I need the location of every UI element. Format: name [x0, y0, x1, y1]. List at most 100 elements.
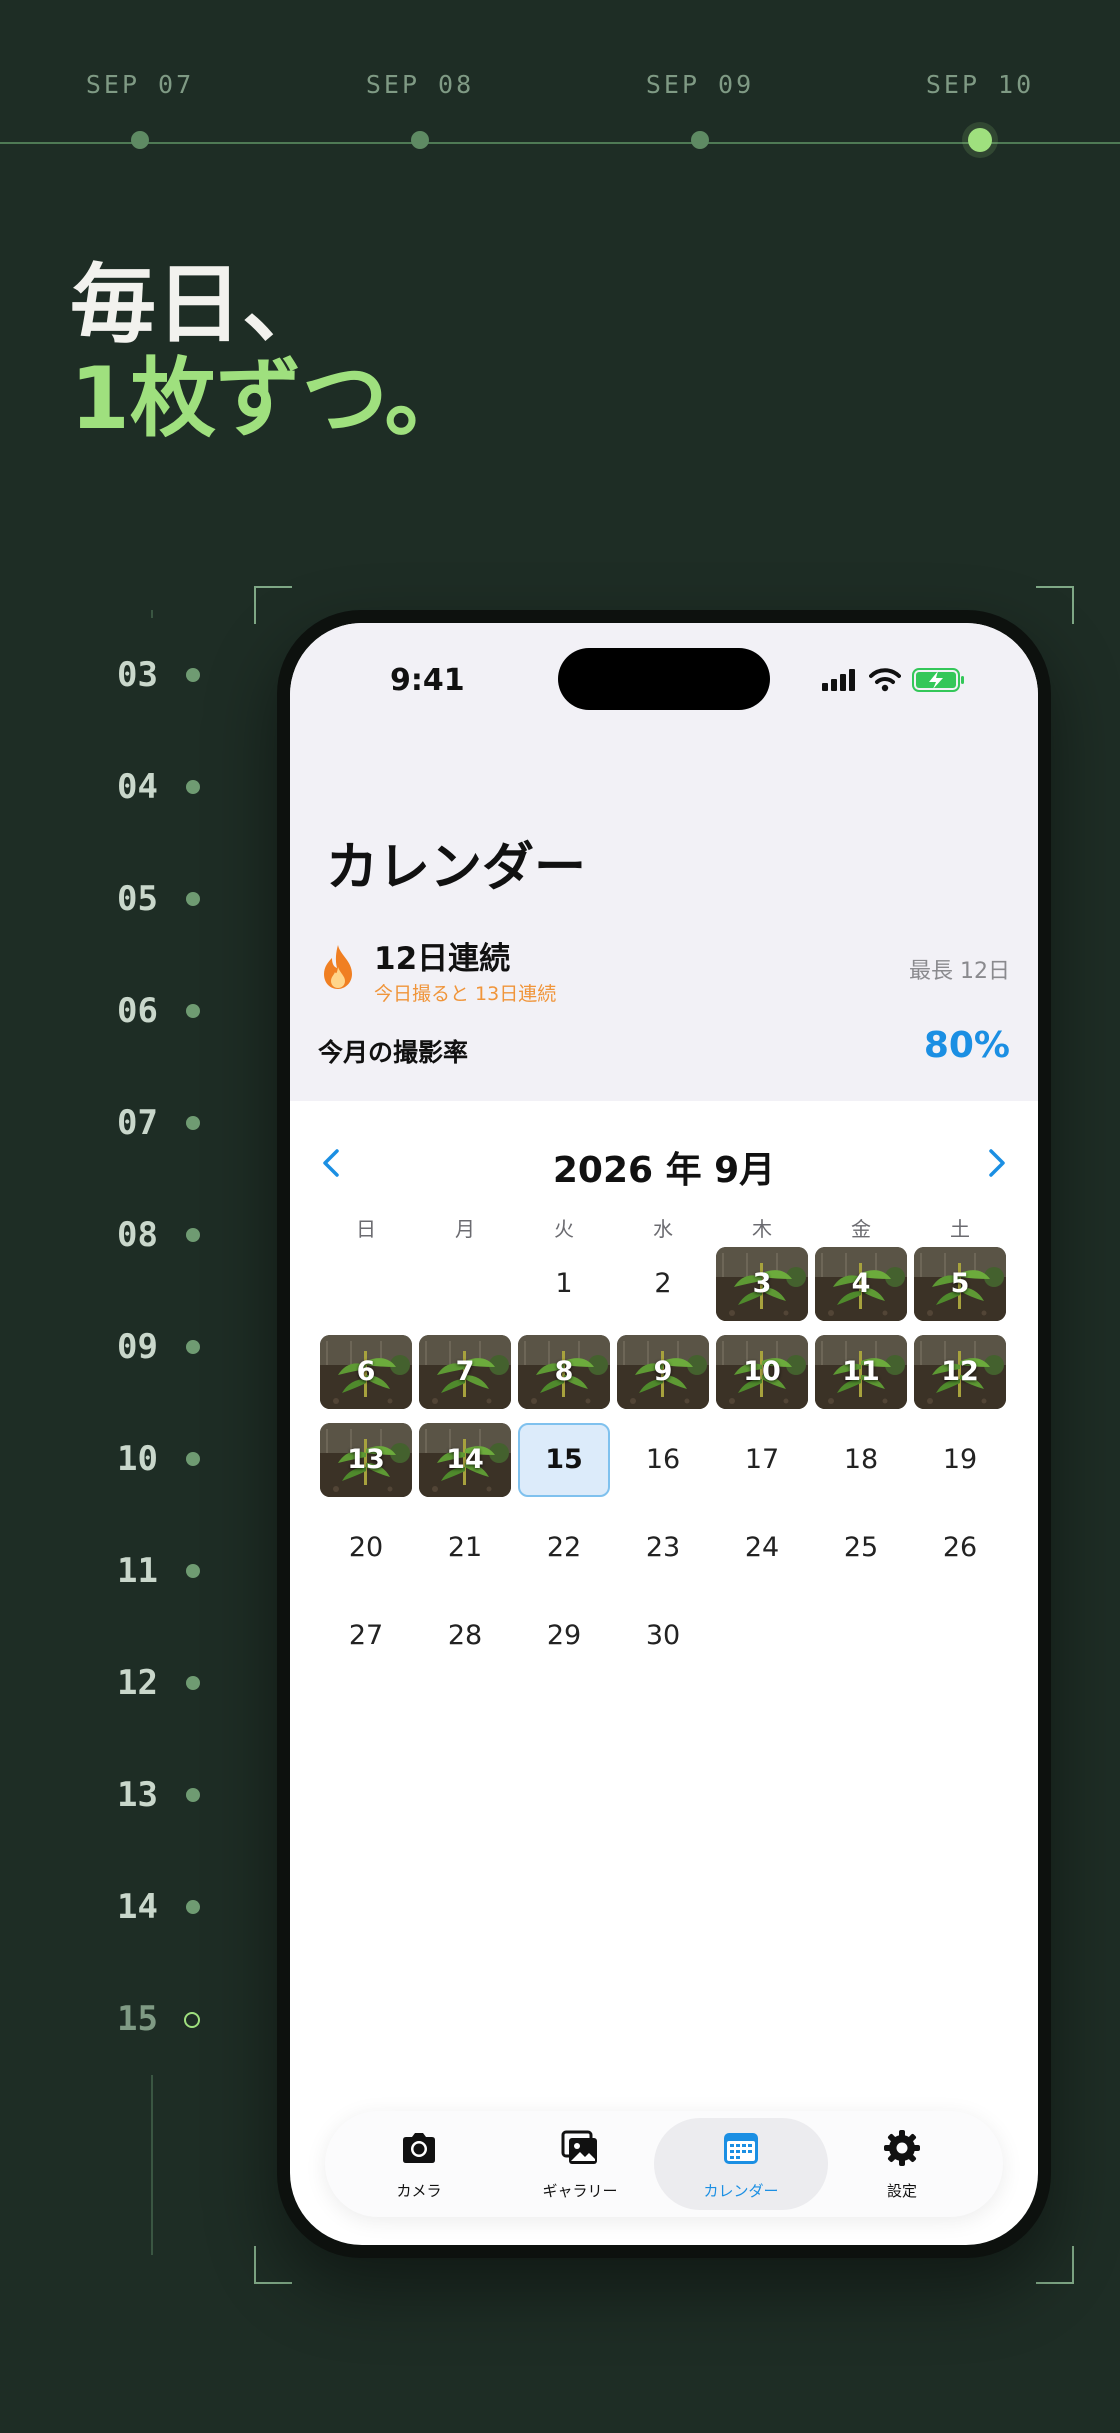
weekday-label: 木 [752, 1217, 772, 1241]
calendar-day-photo[interactable]: 13 [320, 1423, 412, 1497]
calendar-day-photo[interactable]: 3 [716, 1247, 808, 1321]
day-rail: 03 04 05 06 07 08 09 10 11 12 13 14 15 [0, 600, 250, 2300]
calendar-day-photo[interactable]: 6 [320, 1335, 412, 1409]
calendar-day[interactable]: 28 [419, 1599, 511, 1673]
weekday-label: 日 [356, 1217, 376, 1241]
timeline-dot [131, 131, 149, 149]
calendar-day-number: 22 [546, 1532, 582, 1563]
headline-line-1: 毎日、 [70, 255, 328, 355]
calendar-day[interactable]: 27 [320, 1599, 412, 1673]
rail-day-number: 04 [117, 767, 158, 807]
status-icons [822, 665, 972, 695]
rail-line [151, 610, 153, 618]
calendar-day-photo[interactable]: 10 [716, 1335, 808, 1409]
rail-day: 06 [0, 991, 200, 1031]
battery-charging-icon [912, 668, 964, 692]
calendar-day-number: 12 [941, 1356, 979, 1387]
calendar-day-number: 28 [447, 1620, 483, 1651]
calendar-day-number: 18 [843, 1444, 879, 1475]
rail-day-dot [186, 1004, 200, 1018]
calendar-day-photo[interactable]: 4 [815, 1247, 907, 1321]
timeline-label: SEP 07 [85, 70, 195, 99]
calendar-day-number: 26 [942, 1532, 978, 1563]
tab-calendar[interactable]: カレンダー [654, 2118, 828, 2210]
calendar-day-number: 24 [744, 1532, 780, 1563]
tab-label: 設定 [886, 2182, 917, 2200]
rail-day-number: 11 [117, 1551, 158, 1591]
calendar-day[interactable]: 21 [419, 1511, 511, 1585]
rail-day-dot [186, 1116, 200, 1130]
timeline-item: SEP 08 [320, 70, 520, 149]
monthly-rate-value: 80% [923, 1025, 1010, 1066]
timeline-label: SEP 09 [645, 70, 755, 99]
rail-day-dot [186, 668, 200, 682]
calendar-day-today[interactable]: 15 [518, 1423, 610, 1497]
rail-day-number: 15 [117, 1999, 158, 2039]
rail-day-number: 08 [117, 1215, 158, 1255]
dynamic-island [558, 648, 770, 710]
calendar-day-number: 6 [356, 1356, 376, 1387]
calendar-day[interactable]: 19 [914, 1423, 1006, 1497]
frame-corner [1036, 586, 1074, 624]
rail-day-number: 07 [117, 1103, 158, 1143]
calendar-day[interactable]: 24 [716, 1511, 808, 1585]
weekday-label: 月 [455, 1217, 475, 1241]
rail-day-dot [186, 1788, 200, 1802]
phone-screen: 9:41 カレンダー 12日連続 今日撮ると 13日連続 最長 12日 今月の撮… [290, 623, 1038, 2245]
tab-camera[interactable]: カメラ [332, 2118, 506, 2210]
calendar-day[interactable]: 25 [815, 1511, 907, 1585]
calendar-day[interactable]: 22 [518, 1511, 610, 1585]
rail-day-number: 03 [117, 655, 158, 695]
calendar-day[interactable]: 17 [716, 1423, 808, 1497]
calendar-day-photo[interactable]: 7 [419, 1335, 511, 1409]
rail-day-number: 10 [117, 1439, 158, 1479]
tab-settings[interactable]: 設定 [815, 2118, 989, 2210]
calendar-day[interactable]: 20 [320, 1511, 412, 1585]
calendar-day-number: 23 [645, 1532, 681, 1563]
phone-mockup: 9:41 カレンダー 12日連続 今日撮ると 13日連続 最長 12日 今月の撮… [277, 610, 1051, 2258]
calendar-day[interactable]: 30 [617, 1599, 709, 1673]
calendar-day[interactable]: 16 [617, 1423, 709, 1497]
calendar-day-photo[interactable]: 14 [419, 1423, 511, 1497]
rail-day: 12 [0, 1663, 200, 1703]
calendar-day[interactable]: 1 [518, 1247, 610, 1321]
rail-day: 08 [0, 1215, 200, 1255]
rail-day-dot [186, 1676, 200, 1690]
next-month-button[interactable] [976, 1143, 1016, 1183]
calendar-day-photo[interactable]: 12 [914, 1335, 1006, 1409]
calendar-day-number: 9 [653, 1356, 673, 1387]
calendar-day-photo[interactable]: 9 [617, 1335, 709, 1409]
calendar-day[interactable]: 2 [617, 1247, 709, 1321]
rail-day: 15 [0, 1999, 200, 2039]
rail-day-number: 06 [117, 991, 158, 1031]
calendar-day-number: 19 [942, 1444, 978, 1475]
timeline-item: SEP 09 [600, 70, 800, 149]
calendar-day-photo[interactable]: 5 [914, 1247, 1006, 1321]
best-streak: 最長 12日 [909, 959, 1010, 984]
calendar-day-number: 27 [348, 1620, 384, 1651]
rail-day-dot [186, 1228, 200, 1242]
flame-icon [324, 945, 352, 989]
gear-icon [884, 2130, 920, 2166]
calendar-day[interactable]: 26 [914, 1511, 1006, 1585]
calendar-day-number: 25 [843, 1532, 879, 1563]
calendar-day-photo[interactable]: 8 [518, 1335, 610, 1409]
calendar-day-photo[interactable]: 11 [815, 1335, 907, 1409]
tab-bar: カメラ ギャラリー カレンダー 設定 [325, 2111, 1003, 2217]
streak-hint: 今日撮ると 13日連続 [374, 983, 557, 1005]
calendar-day-number: 7 [455, 1356, 475, 1387]
rail-day-number: 13 [117, 1775, 158, 1815]
calendar-day-number: 8 [554, 1356, 574, 1387]
rail-day-dot [186, 892, 200, 906]
calendar-day[interactable]: 29 [518, 1599, 610, 1673]
timeline-dot [411, 131, 429, 149]
calendar-day[interactable]: 18 [815, 1423, 907, 1497]
calendar-day[interactable]: 23 [617, 1511, 709, 1585]
weekday-label: 火 [554, 1217, 574, 1241]
rail-day-number: 05 [117, 879, 158, 919]
page-title: カレンダー [326, 838, 587, 898]
calendar-day-number: 11 [842, 1356, 880, 1387]
weekday-label: 土 [950, 1217, 970, 1241]
weekday-header: 日月火水木金土 [320, 1213, 1010, 1243]
tab-gallery[interactable]: ギャラリー [493, 2118, 667, 2210]
